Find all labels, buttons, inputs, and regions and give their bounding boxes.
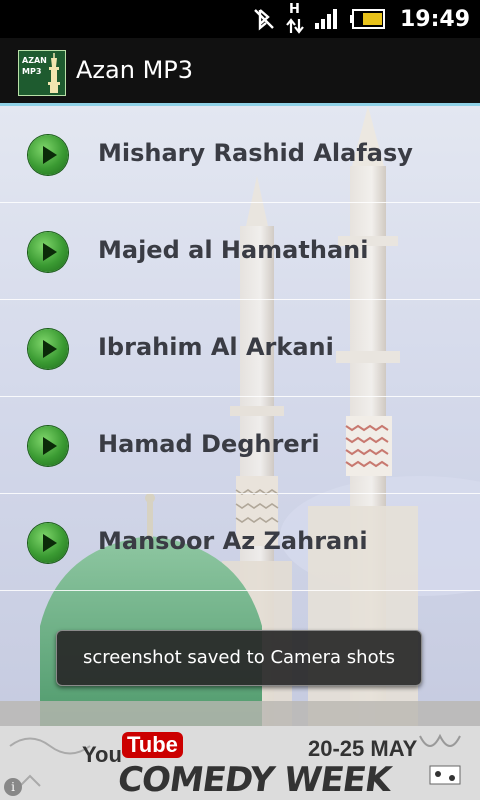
play-icon[interactable] bbox=[28, 329, 68, 369]
toast-message: screenshot saved to Camera shots bbox=[82, 647, 396, 668]
info-icon[interactable]: i bbox=[4, 778, 22, 796]
app-title-bar: AZAN MP3 Azan MP3 bbox=[0, 38, 480, 106]
reciter-list: Mishary Rashid Alafasy Majed al Hamathan… bbox=[0, 106, 480, 591]
reciter-name: Mansoor Az Zahrani bbox=[98, 527, 368, 555]
play-icon[interactable] bbox=[28, 426, 68, 466]
reciter-item-mansoor[interactable]: Mansoor Az Zahrani bbox=[0, 494, 480, 591]
status-icons: H 19:49 bbox=[252, 0, 480, 38]
reciter-name: Hamad Deghreri bbox=[98, 430, 320, 458]
bluetooth-off-icon bbox=[254, 9, 274, 31]
reciter-item-ibrahim[interactable]: Ibrahim Al Arkani bbox=[0, 300, 480, 397]
toast-notification: screenshot saved to Camera shots bbox=[56, 630, 422, 686]
play-icon[interactable] bbox=[28, 135, 68, 175]
network-type-label: H bbox=[288, 2, 300, 17]
reciter-item-hamad[interactable]: Hamad Deghreri bbox=[0, 397, 480, 494]
reciter-item-majed[interactable]: Majed al Hamathani bbox=[0, 203, 480, 300]
hsdpa-data-icon: H bbox=[286, 2, 304, 34]
minaret-icon bbox=[48, 53, 60, 93]
ad-banner[interactable]: You Tube COMEDY WEEK 20-25 MAY i bbox=[0, 726, 480, 800]
status-bar: H 19:49 bbox=[0, 0, 480, 38]
ad-headline: COMEDY WEEK bbox=[115, 760, 394, 800]
reciter-item-mishary[interactable]: Mishary Rashid Alafasy bbox=[0, 106, 480, 203]
battery-icon bbox=[349, 9, 385, 29]
app-title: Azan MP3 bbox=[76, 56, 194, 84]
ad-brand-tube: Tube bbox=[122, 732, 183, 758]
reciter-name: Mishary Rashid Alafasy bbox=[98, 139, 413, 167]
app-logo-text: AZAN MP3 bbox=[22, 56, 47, 76]
signal-strength-icon bbox=[314, 9, 337, 29]
play-icon[interactable] bbox=[28, 232, 68, 272]
ad-brand-you: You bbox=[82, 742, 122, 767]
app-logo: AZAN MP3 bbox=[18, 50, 66, 96]
reciter-name: Majed al Hamathani bbox=[98, 236, 369, 264]
play-icon[interactable] bbox=[28, 523, 68, 563]
reciter-name: Ibrahim Al Arkani bbox=[98, 333, 334, 361]
status-clock: 19:49 bbox=[399, 6, 470, 32]
ad-dates: 20-25 MAY bbox=[308, 736, 418, 761]
